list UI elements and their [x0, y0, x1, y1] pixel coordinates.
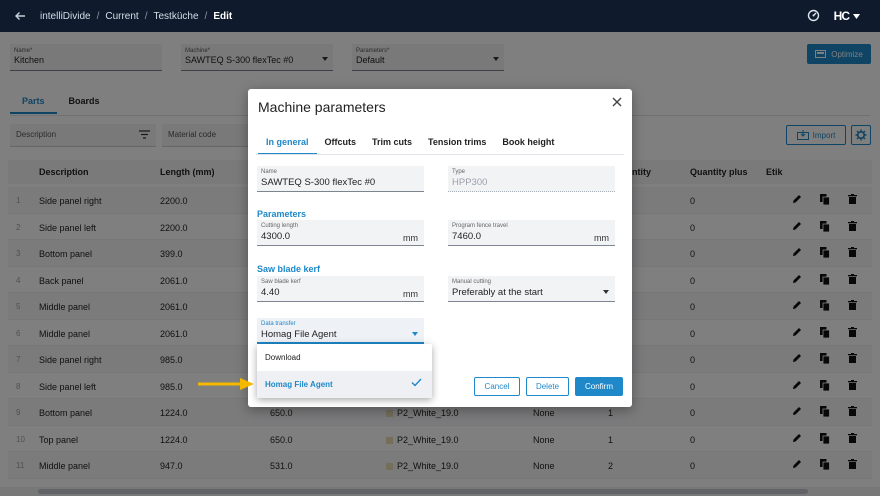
unit-label: mm — [594, 233, 609, 243]
machine-type-label: Type — [452, 169, 466, 175]
cutting-length-field[interactable]: Cutting length 4300.0 mm — [257, 220, 424, 246]
close-button[interactable] — [612, 97, 622, 109]
fence-travel-label: Program fence travel — [452, 223, 508, 229]
machine-name-field[interactable]: Name SAWTEQ S-300 flexTec #0 — [257, 166, 424, 192]
tab-trim-cuts[interactable]: Trim cuts — [364, 135, 420, 155]
option-homag-file-agent[interactable]: Homag File Agent — [257, 371, 432, 398]
kerf-heading: Saw blade kerf — [257, 264, 321, 274]
tab-tension-trims[interactable]: Tension trims — [420, 135, 494, 155]
delete-button[interactable]: Delete — [526, 377, 569, 396]
data-transfer-value: Homag File Agent — [261, 329, 337, 340]
annotation-arrow-icon — [198, 378, 254, 390]
breadcrumb: intelliDivide / Current / Testküche / Ed… — [40, 11, 232, 22]
option-label: Homag File Agent — [265, 380, 333, 389]
breadcrumb-item-current[interactable]: Current — [105, 11, 138, 22]
close-icon — [612, 97, 622, 107]
manual-cutting-label: Manual cutting — [452, 279, 492, 285]
fence-travel-field[interactable]: Program fence travel 7460.0 mm — [448, 220, 615, 246]
option-download[interactable]: Download — [257, 344, 432, 371]
breadcrumb-separator: / — [96, 10, 100, 22]
dialog-tab-divider — [256, 154, 624, 155]
hc-logo: HC — [833, 9, 850, 23]
machine-name-value: SAWTEQ S-300 flexTec #0 — [261, 177, 376, 188]
saw-blade-kerf-value: 4.40 — [261, 287, 280, 298]
confirm-button[interactable]: Confirm — [575, 377, 623, 396]
manual-cutting-select[interactable]: Manual cutting Preferably at the start — [448, 276, 615, 302]
data-transfer-dropdown: Download Homag File Agent — [257, 344, 432, 398]
breadcrumb-separator: / — [144, 10, 148, 22]
arrow-left-icon — [15, 12, 25, 20]
cancel-button[interactable]: Cancel — [474, 377, 520, 396]
chevron-down-icon — [853, 13, 860, 19]
back-button[interactable] — [0, 10, 40, 22]
machine-name-label: Name — [261, 169, 278, 175]
breadcrumb-item-project[interactable]: Testküche — [154, 11, 199, 22]
tab-offcuts[interactable]: Offcuts — [317, 135, 365, 155]
check-icon — [411, 378, 422, 387]
cutting-length-value: 4300.0 — [261, 231, 291, 242]
dialog-tabs: In general Offcuts Trim cuts Tension tri… — [258, 135, 562, 155]
parameters-heading: Parameters — [257, 209, 307, 219]
top-bar: intelliDivide / Current / Testküche / Ed… — [0, 0, 880, 32]
machine-type-value: HPP300 — [452, 177, 488, 188]
account-menu[interactable]: HC — [834, 9, 860, 23]
cutting-length-label: Cutting length — [261, 223, 299, 229]
saw-blade-kerf-field[interactable]: Saw blade kerf 4.40 mm — [257, 276, 424, 302]
saw-blade-kerf-label: Saw blade kerf — [261, 279, 301, 285]
data-transfer-label: Data transfer — [261, 321, 296, 327]
machine-type-field: Type HPP300 — [448, 166, 615, 192]
data-transfer-select[interactable]: Data transfer Homag File Agent — [257, 318, 424, 344]
caret-down-icon — [603, 290, 609, 294]
tab-book-height[interactable]: Book height — [494, 135, 562, 155]
breadcrumb-item-edit: Edit — [213, 10, 233, 22]
manual-cutting-value: Preferably at the start — [452, 287, 543, 298]
tab-in-general[interactable]: In general — [258, 135, 317, 155]
unit-label: mm — [403, 233, 418, 243]
dialog-title: Machine parameters — [258, 99, 386, 115]
breadcrumb-separator: / — [204, 10, 208, 22]
unit-label: mm — [403, 289, 418, 299]
caret-down-icon — [412, 332, 418, 336]
breadcrumb-item-app[interactable]: intelliDivide — [40, 11, 91, 22]
fence-travel-value: 7460.0 — [452, 231, 482, 242]
dashboard-gauge-icon[interactable] — [807, 9, 820, 24]
